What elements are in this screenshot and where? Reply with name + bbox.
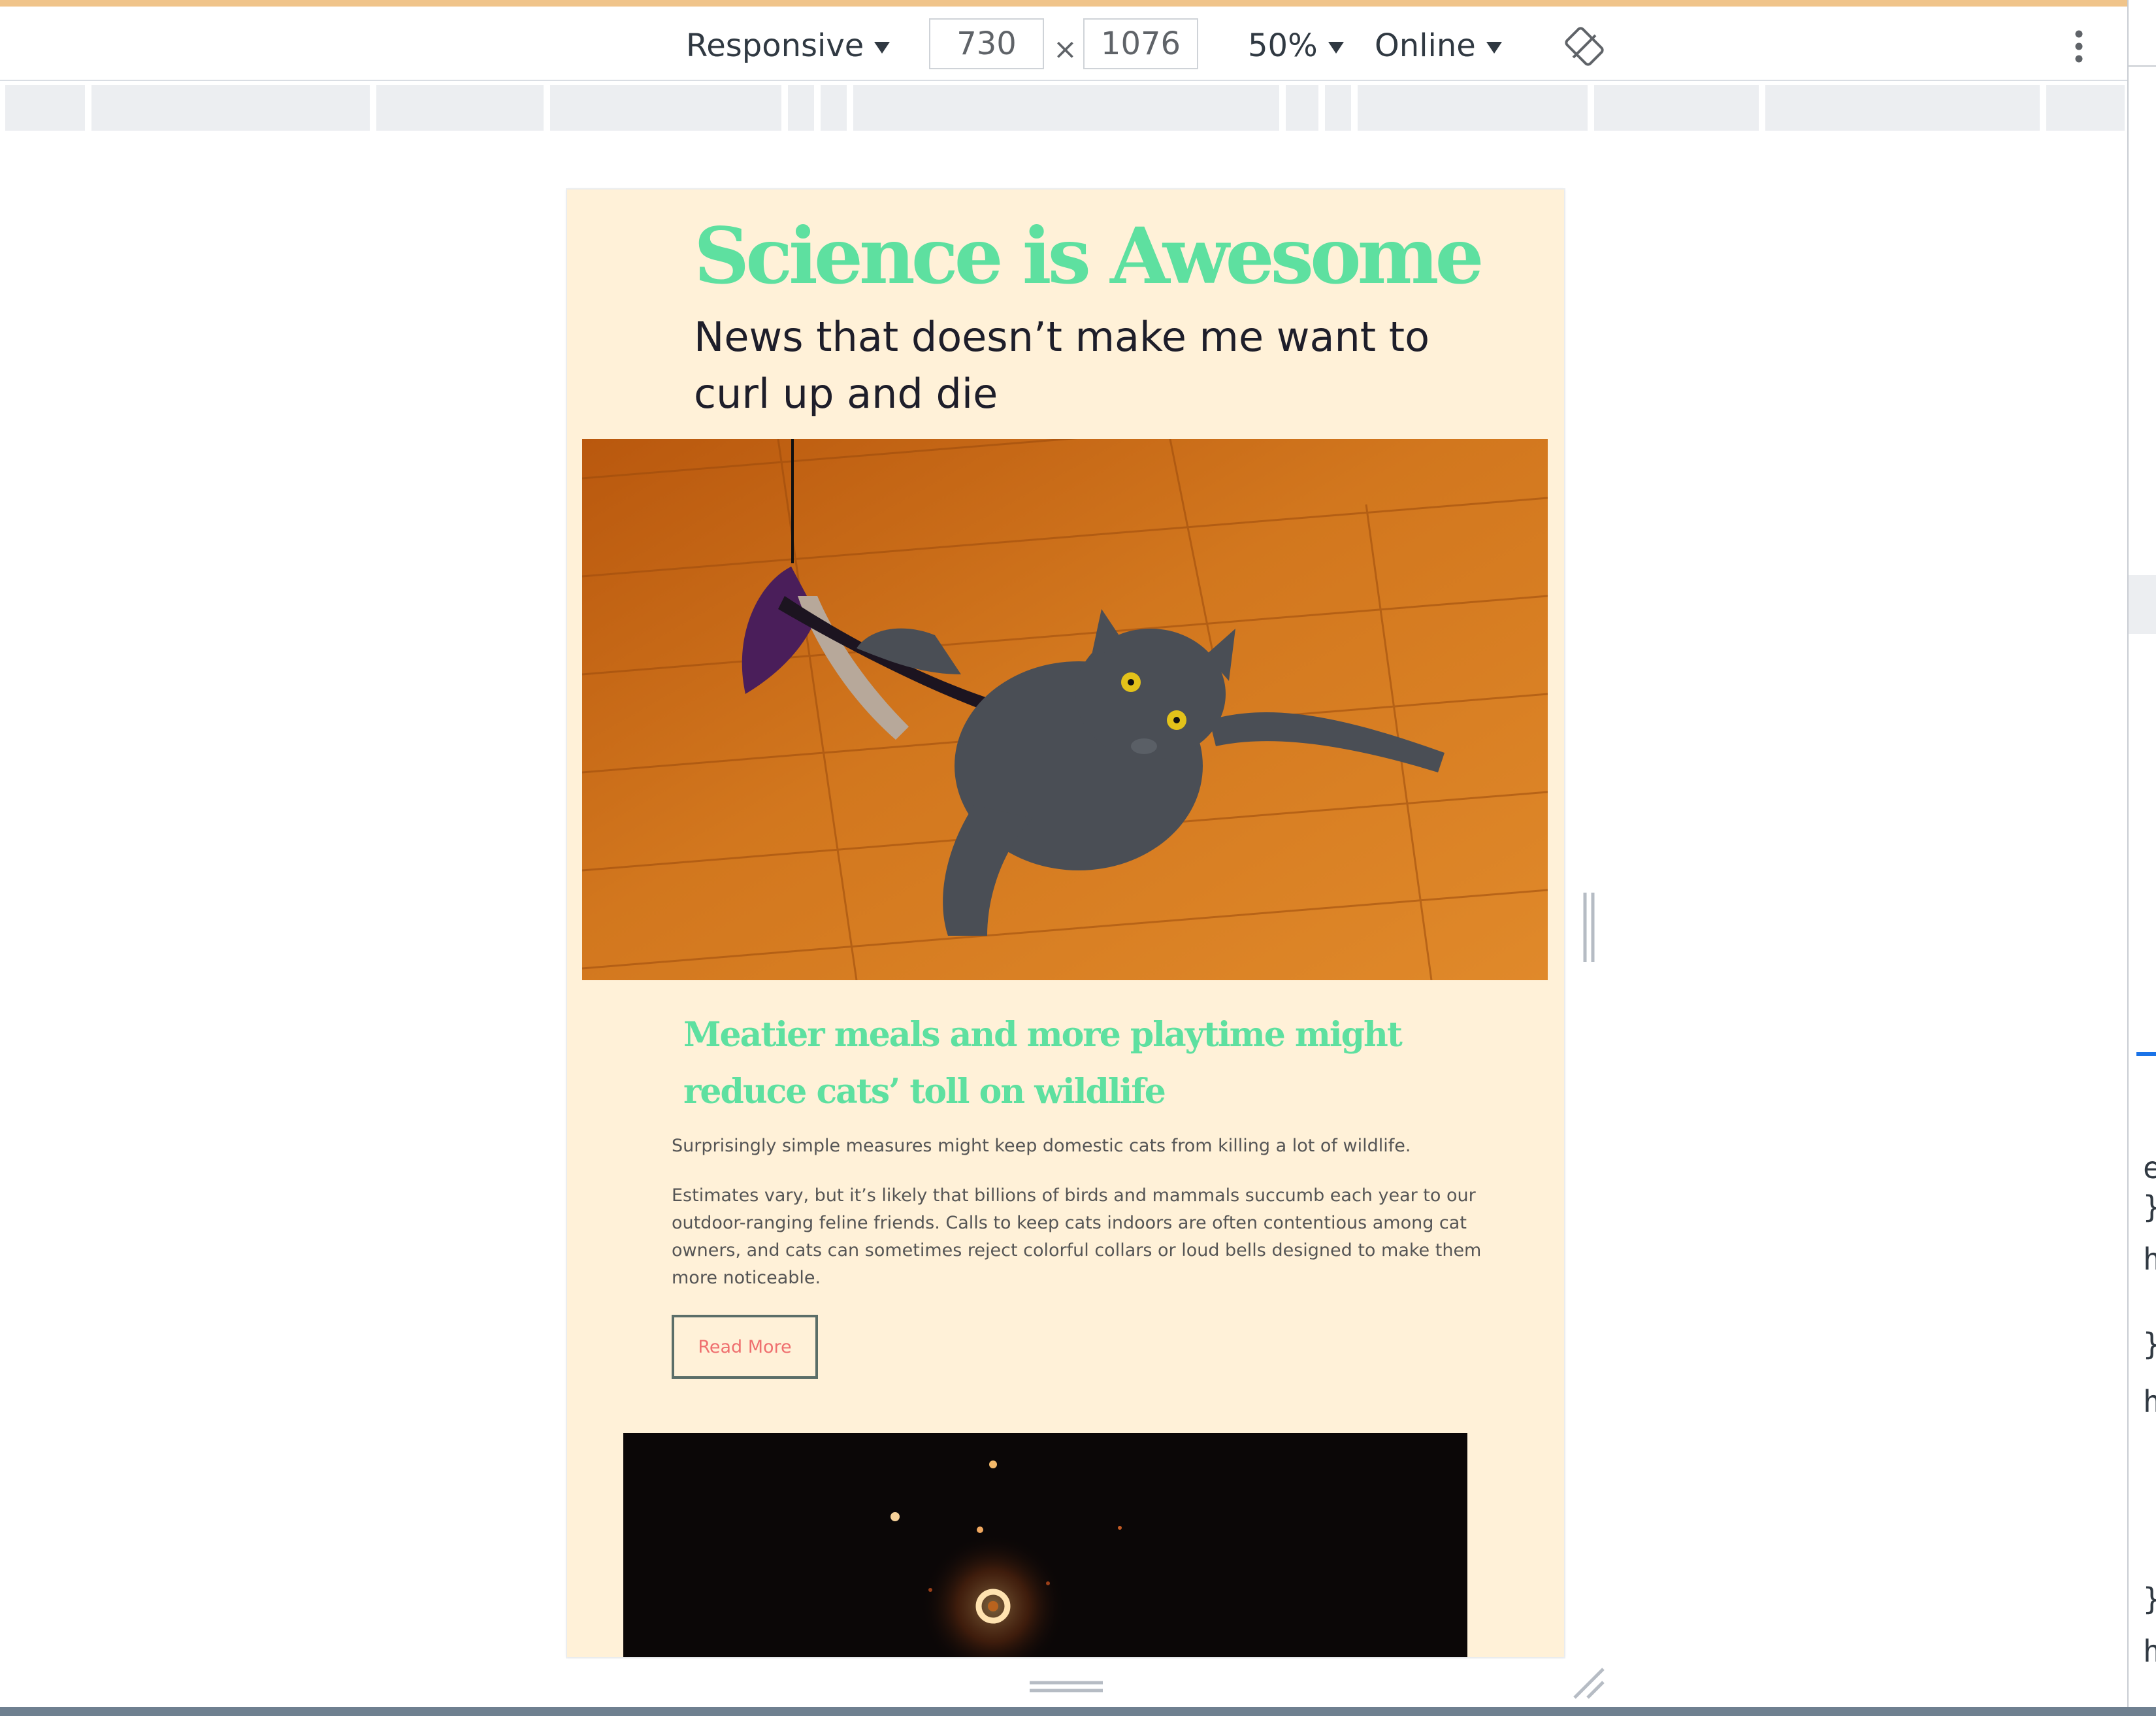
media-query-segment[interactable] (1594, 85, 1759, 131)
device-select[interactable]: Responsive (686, 30, 890, 61)
throttle-select-label: Online (1375, 27, 1476, 64)
style-rule-glyph: e (2143, 1150, 2156, 1185)
viewport-width-resize-handle[interactable] (1581, 893, 1597, 962)
rotate-icon (1565, 27, 1604, 66)
style-rule-glyph: h (2143, 1634, 2156, 1669)
media-query-segment[interactable] (1325, 85, 1351, 131)
media-query-segment[interactable] (91, 85, 370, 131)
media-query-segment[interactable] (1765, 85, 2040, 131)
article-body: Estimates vary, but it’s likely that bil… (672, 1185, 1482, 1288)
viewport-height-value: 1076 (1100, 25, 1181, 62)
article-heading: Meatier meals and more playtime might re… (683, 1015, 1403, 1112)
viewport-corner-resize-handle[interactable] (1571, 1665, 1607, 1702)
style-rule-glyph: h (2143, 1384, 2156, 1419)
active-tab-indicator (2136, 1052, 2156, 1056)
media-query-segment[interactable] (376, 85, 544, 131)
devtools-side-panel: e } h } h } h (2127, 0, 2156, 1716)
style-rule-glyph: } (2143, 1327, 2156, 1362)
media-query-segment[interactable] (2046, 85, 2125, 131)
chevron-down-icon (874, 42, 890, 54)
starfield-image (890, 1460, 1122, 1657)
cat-playing-with-feather-image (582, 439, 1548, 980)
viewport-width-value: 730 (956, 25, 1017, 62)
device-select-label: Responsive (686, 27, 864, 64)
window-top-border (0, 0, 2156, 7)
viewport-height-input[interactable]: 1076 (1083, 18, 1198, 69)
viewport-width-input[interactable]: 730 (929, 18, 1044, 69)
media-query-segment[interactable] (853, 85, 1279, 131)
style-rule-glyph: } (2143, 1189, 2156, 1225)
site-subtitle: News that doesn’t make me want to curl u… (694, 313, 1430, 418)
article-summary: Surprisingly simple measures might keep … (672, 1136, 1411, 1156)
more-options-button[interactable] (2065, 24, 2093, 69)
dimension-separator: × (1053, 33, 1077, 66)
media-query-segment[interactable] (788, 85, 814, 131)
media-query-segment[interactable] (821, 85, 847, 131)
style-rule-glyph: h (2143, 1242, 2156, 1277)
read-more-button[interactable]: Read More (672, 1315, 818, 1379)
zoom-select[interactable]: 50% (1248, 30, 1344, 61)
site-title: Science is Awesome (694, 210, 1484, 301)
resize-grip-icon (1583, 893, 1595, 962)
panel-divider (2129, 65, 2156, 67)
corner-resize-icon (1573, 1668, 1605, 1699)
chevron-down-icon (1328, 42, 1344, 54)
chevron-down-icon (1486, 42, 1502, 54)
rotate-button[interactable] (1564, 26, 1605, 67)
panel-tab-strip (2129, 575, 2156, 634)
media-query-segment[interactable] (550, 85, 781, 131)
zoom-select-label: 50% (1248, 27, 1318, 64)
style-rule-glyph: } (2143, 1581, 2156, 1617)
media-query-segment[interactable] (1358, 85, 1588, 131)
resize-grip-icon (1030, 1681, 1103, 1692)
device-toolbar: Responsive 730 × 1076 50% Online (0, 7, 2129, 81)
viewport-height-resize-handle[interactable] (1030, 1677, 1103, 1696)
space-photo (623, 1433, 1467, 1657)
media-query-bar (5, 85, 2125, 131)
media-query-segment[interactable] (1286, 85, 1318, 131)
os-taskbar (0, 1707, 2156, 1716)
throttle-select[interactable]: Online (1375, 30, 1502, 61)
emulated-viewport: Science is Awesome News that doesn’t mak… (567, 190, 1564, 1657)
cat-photo (582, 439, 1548, 980)
media-query-segment[interactable] (5, 85, 85, 131)
kebab-menu-icon (2075, 30, 2083, 63)
